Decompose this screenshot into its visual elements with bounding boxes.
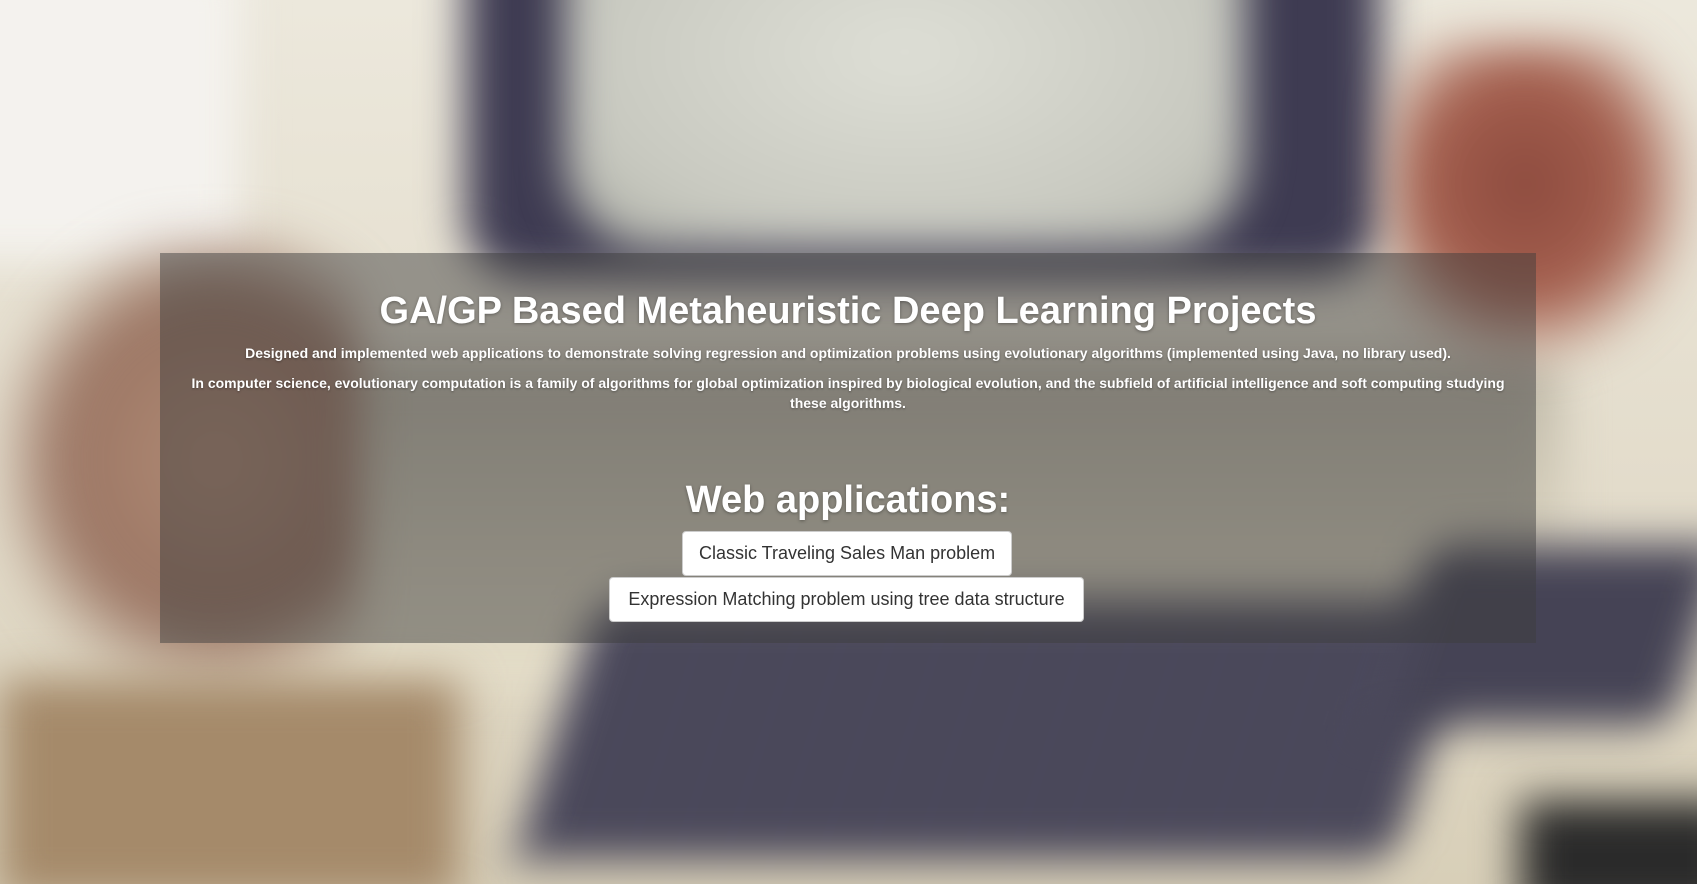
definition-paragraph: In computer science, evolutionary comput… (191, 375, 1505, 411)
web-applications-heading: Web applications: (685, 479, 1011, 521)
hero-panel: GA/GP Based Metaheuristic Deep Learning … (160, 253, 1536, 643)
intro-paragraph: Designed and implemented web application… (245, 345, 1451, 361)
background-monitor-screen (565, 0, 1245, 250)
background-desk (0, 680, 460, 884)
background-dark-corner (1520, 800, 1697, 884)
traveling-salesman-button[interactable]: Classic Traveling Sales Man problem (682, 531, 1012, 576)
expression-matching-button[interactable]: Expression Matching problem using tree d… (609, 577, 1084, 622)
page-title: GA/GP Based Metaheuristic Deep Learning … (379, 290, 1317, 332)
background-sleeve (0, 0, 240, 260)
